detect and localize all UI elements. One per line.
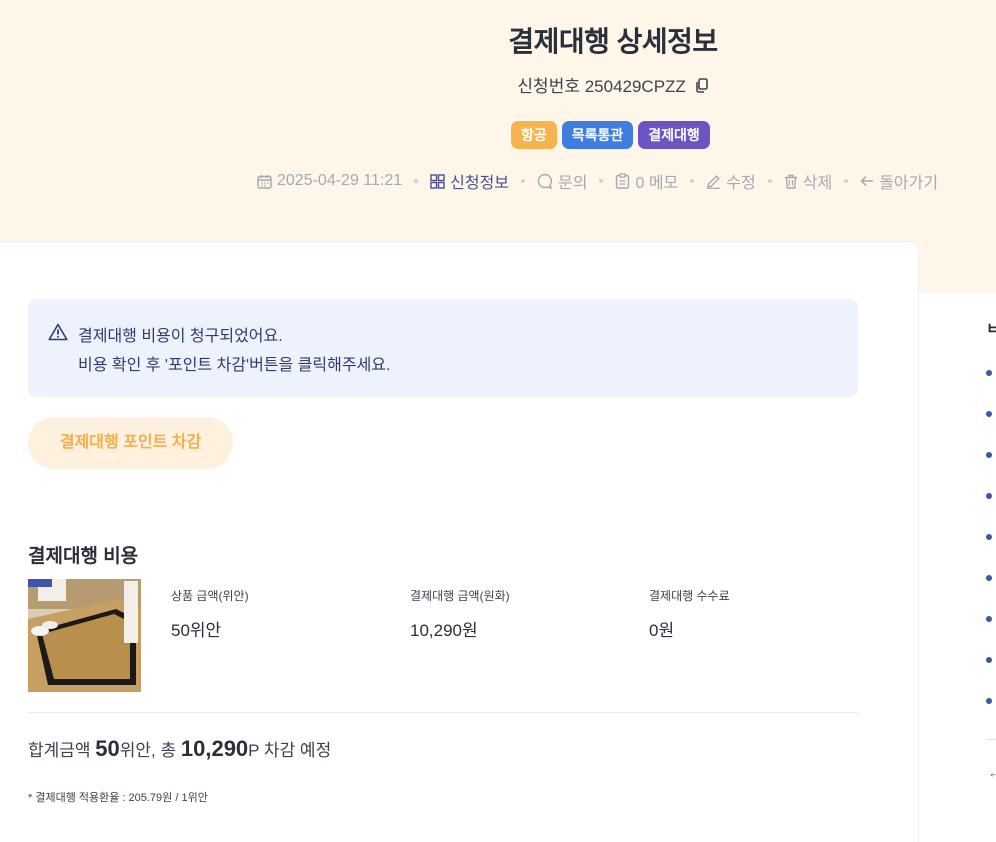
pencil-icon — [707, 174, 721, 189]
product-amount-label: 상품 금액(위안) — [171, 589, 249, 603]
bullet-dot — [986, 575, 992, 581]
badge-list-customs: 목록통관 — [561, 121, 634, 149]
delete-link[interactable]: 삭제 — [784, 169, 832, 193]
separator-dot — [599, 179, 604, 183]
inquiry-link[interactable]: 문의 — [537, 169, 587, 193]
inquiry-label: 문의 — [558, 175, 588, 192]
memo-label: 0 메모 — [635, 175, 679, 192]
bullet-dot — [986, 411, 992, 417]
bullet-dot — [986, 698, 992, 704]
bullet-dot — [986, 493, 992, 499]
alert-line-1: 결제대행 비용이 청구되었어요. — [78, 328, 283, 345]
product-image — [28, 579, 141, 692]
back-label: 돌아가기 — [879, 175, 939, 192]
bullet-dot — [986, 534, 992, 540]
cost-section-title: 결제대행 비용 — [28, 546, 139, 567]
side-divider — [986, 739, 996, 740]
back-link[interactable]: 돌아가기 — [860, 169, 938, 193]
trash-icon — [784, 174, 797, 189]
edit-label: 수정 — [726, 175, 756, 192]
total-suffix: P 차감 예정 — [248, 741, 332, 760]
agency-fee-value: 0원 — [649, 621, 675, 640]
separator-dot — [414, 179, 419, 183]
alert-line-2: 비용 확인 후 '포인트 차감'버튼을 클릭해주세요. — [78, 357, 391, 374]
total-prefix: 합계금액 — [28, 741, 96, 760]
bullet-dot — [986, 452, 992, 458]
krw-amount-label: 결제대행 금액(원화) — [410, 589, 510, 603]
side-panel: ㅂ ← — [919, 293, 996, 830]
agency-fee: 결제대행 수수료 0원 — [649, 587, 730, 641]
meta-toolbar: 2025-04-29 11:21 신청정보 문의 0 메모 수정 삭제 돌아가기 — [257, 168, 938, 194]
divider — [28, 712, 858, 713]
product-amount-value: 50위안 — [171, 621, 222, 640]
bullet-dot — [986, 657, 992, 663]
edit-link[interactable]: 수정 — [706, 169, 756, 193]
agency-fee-label: 결제대행 수수료 — [649, 589, 730, 603]
apply-info-link[interactable]: 신청정보 — [430, 169, 509, 193]
chat-bubble-icon — [537, 173, 553, 189]
arrow-left-icon — [860, 175, 874, 187]
request-number: 신청번호 250429CPZZ — [0, 72, 996, 98]
total-summary: 합계금액 50위안, 총 10,290P 차감 예정 — [28, 736, 331, 762]
badge-payment-agency: 결제대행 — [638, 121, 710, 149]
separator-dot — [521, 179, 526, 183]
total-yuan: 50 — [95, 736, 120, 761]
separator-dot — [690, 179, 695, 183]
deduct-points-button[interactable]: 결제대행 포인트 차감 — [28, 417, 233, 469]
delete-label: 삭제 — [802, 175, 833, 192]
warning-icon — [48, 323, 68, 346]
separator-dot — [767, 179, 772, 183]
grid-icon — [430, 173, 445, 189]
krw-amount: 결제대행 금액(원화) 10,290원 — [410, 587, 510, 641]
copy-icon[interactable] — [695, 77, 709, 98]
total-mid: 위안, 총 — [119, 741, 181, 760]
service-badges: 항공 목록통관 결제대행 — [511, 121, 710, 149]
krw-amount-value: 10,290원 — [410, 621, 478, 640]
calendar-icon — [257, 174, 272, 189]
badge-air: 항공 — [511, 121, 557, 149]
apply-info-label: 신청정보 — [450, 175, 510, 192]
side-back-arrow[interactable]: ← — [988, 765, 996, 780]
clipboard-icon — [616, 173, 630, 189]
product-amount: 상품 금액(위안) 50위안 — [171, 587, 249, 641]
request-number-text: 신청번호 250429CPZZ — [517, 77, 686, 96]
separator-dot — [844, 179, 849, 183]
total-points: 10,290 — [180, 736, 249, 761]
exchange-rate-note: * 결제대행 적용환율 : 205.79원 / 1위안 — [28, 792, 208, 804]
billing-alert: 결제대행 비용이 청구되었어요. 비용 확인 후 '포인트 차감'버튼을 클릭해… — [28, 299, 858, 397]
side-heading: ㅂ — [986, 321, 996, 338]
memo-link[interactable]: 0 메모 — [615, 169, 678, 193]
datetime-text: 2025-04-29 11:21 — [277, 172, 403, 189]
bullet-dot — [986, 370, 992, 376]
bullet-dot — [986, 616, 992, 622]
page-title: 결제대행 상세정보 — [508, 26, 718, 57]
datetime: 2025-04-29 11:21 — [257, 172, 402, 190]
